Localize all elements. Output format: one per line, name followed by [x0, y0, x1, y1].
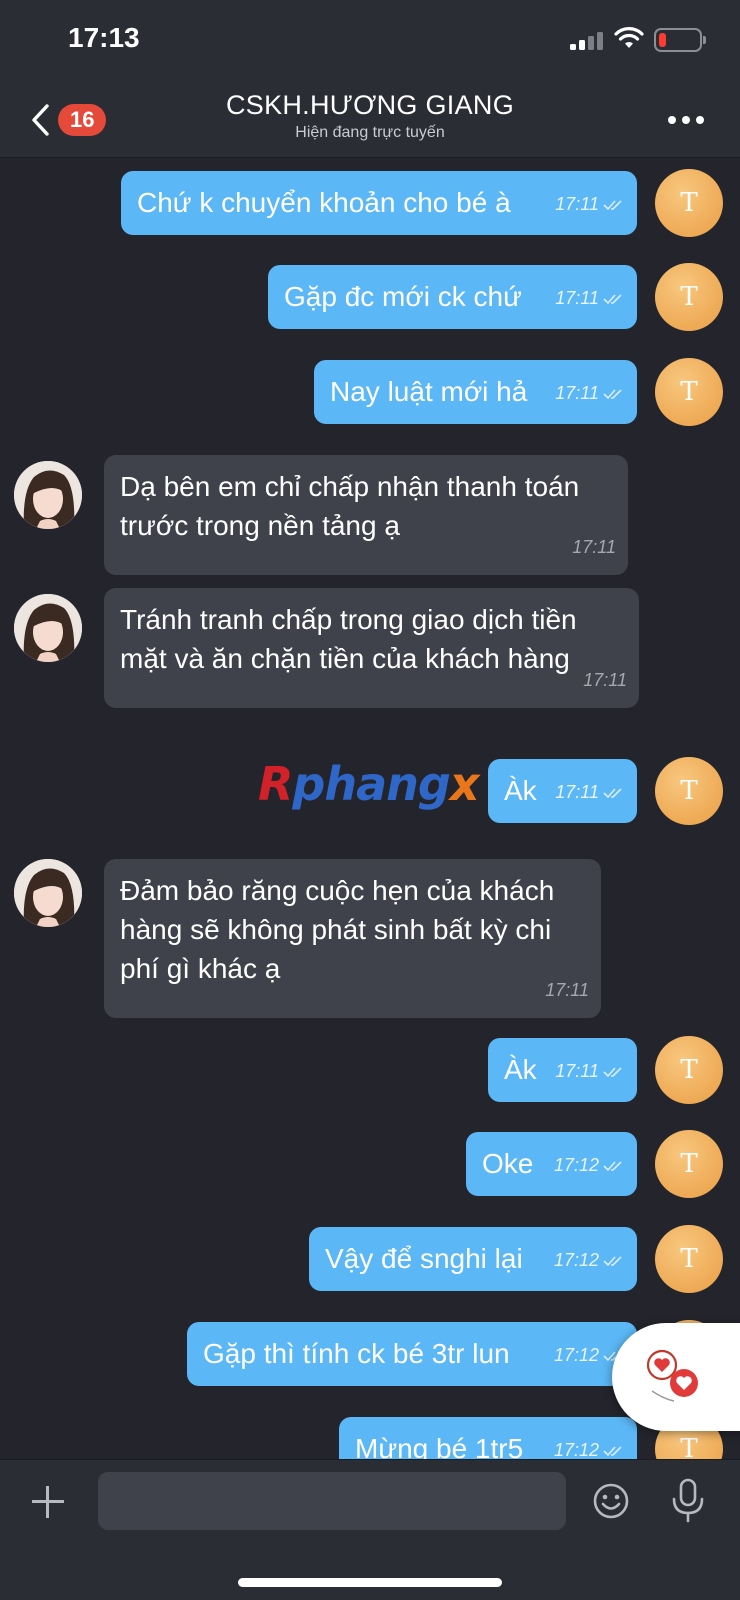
- incoming-message[interactable]: Tránh tranh chấp trong giao dịch tiền mặ…: [104, 588, 639, 708]
- plus-icon[interactable]: [30, 1484, 66, 1520]
- incoming-message[interactable]: Dạ bên em chỉ chấp nhận thanh toán trước…: [104, 455, 628, 575]
- chevron-left-icon: [32, 104, 49, 136]
- my-avatar[interactable]: T: [655, 1036, 723, 1104]
- my-avatar[interactable]: T: [655, 1225, 723, 1293]
- message-time: 17:11: [572, 537, 616, 557]
- more-dots-icon: [668, 116, 676, 124]
- message-text: Oke: [482, 1148, 534, 1179]
- message-text: Dạ bên em chỉ chấp nhận thanh toán trước…: [120, 471, 580, 541]
- my-avatar[interactable]: T: [655, 358, 723, 426]
- my-avatar[interactable]: T: [655, 757, 723, 825]
- message-time: 17:11: [555, 383, 599, 403]
- chat-header: 16 CSKH.HƯƠNG GIANG Hiện đang trực tuyến: [0, 80, 740, 158]
- message-time: 17:11: [555, 782, 599, 802]
- outgoing-message[interactable]: Gặp thì tính ck bé 3tr lun 17:12: [187, 1322, 637, 1386]
- outgoing-message[interactable]: Vậy để snghi lại 17:12: [309, 1227, 637, 1291]
- status-bar: 17:13: [0, 0, 740, 80]
- outgoing-message[interactable]: Nay luật mới hả 17:11: [314, 360, 637, 424]
- message-meta: 17:11: [555, 383, 625, 404]
- status-time: 17:13: [68, 22, 140, 53]
- outgoing-message[interactable]: Chứ k chuyển khoản cho bé à 17:11: [121, 171, 637, 235]
- contact-avatar[interactable]: [14, 859, 82, 927]
- message-text: Chứ k chuyển khoản cho bé à: [137, 187, 511, 218]
- outgoing-message[interactable]: Àk 17:11: [488, 759, 637, 823]
- chat-hearts-icon: [646, 1349, 698, 1402]
- message-time: 17:11: [583, 670, 627, 690]
- message-list[interactable]: Chứ k chuyển khoản cho bé à 17:11 T Gặp …: [0, 159, 740, 1459]
- message-time: 17:11: [545, 980, 589, 1000]
- my-avatar[interactable]: T: [655, 169, 723, 237]
- online-status: Hiện đang trực tuyến: [295, 124, 445, 141]
- chat-title-area[interactable]: CSKH.HƯƠNG GIANG Hiện đang trực tuyến: [170, 90, 570, 142]
- double-check-icon: [603, 1066, 622, 1077]
- wifi-icon: [614, 27, 644, 48]
- message-text: Mừng bé 1tr5: [355, 1433, 524, 1459]
- double-check-icon: [603, 1255, 622, 1266]
- message-time: 17:11: [555, 1061, 599, 1081]
- signal-icon: [570, 30, 604, 50]
- message-text: Gặp đc mới ck chứ: [284, 281, 522, 312]
- incoming-message[interactable]: Đảm bảo răng cuộc hẹn của khách hàng sẽ …: [104, 859, 601, 1018]
- emoji-icon[interactable]: [592, 1482, 630, 1520]
- message-text: Đảm bảo răng cuộc hẹn của khách hàng sẽ …: [120, 875, 555, 984]
- message-meta: 17:11: [555, 1061, 625, 1082]
- mic-icon[interactable]: [670, 1478, 706, 1524]
- chat-title: CSKH.HƯƠNG GIANG: [225, 90, 515, 120]
- message-meta: 17:12: [554, 1250, 625, 1271]
- double-check-icon: [603, 293, 622, 304]
- message-time: 17:12: [553, 1345, 599, 1365]
- message-time: 17:12: [553, 1440, 599, 1459]
- message-meta: 17:12: [554, 1155, 625, 1176]
- back-button[interactable]: 16: [30, 98, 110, 142]
- message-meta: 17:11: [555, 194, 625, 215]
- message-text: Tránh tranh chấp trong giao dịch tiền mặ…: [120, 604, 577, 674]
- watermark-logo: Rphangx: [258, 757, 479, 811]
- my-avatar[interactable]: T: [655, 1130, 723, 1198]
- home-indicator: [238, 1578, 502, 1587]
- floating-chat-button[interactable]: [612, 1323, 740, 1431]
- double-check-icon: [603, 1445, 622, 1456]
- outgoing-message[interactable]: Oke 17:12: [466, 1132, 637, 1196]
- message-meta: 17:12: [554, 1440, 625, 1459]
- contact-photo: [14, 594, 82, 662]
- double-check-icon: [603, 388, 622, 399]
- outgoing-message[interactable]: Mừng bé 1tr5 17:12: [339, 1417, 637, 1459]
- contact-avatar[interactable]: [14, 461, 82, 529]
- message-time: 17:12: [553, 1155, 599, 1175]
- contact-photo: [14, 859, 82, 927]
- message-time: 17:11: [555, 194, 599, 214]
- message-time: 17:12: [553, 1250, 599, 1270]
- message-text: Àk: [504, 1054, 537, 1085]
- more-options-button[interactable]: [668, 108, 704, 132]
- message-text: Vậy để snghi lại: [325, 1243, 523, 1274]
- message-meta: 17:11: [555, 782, 625, 803]
- unread-badge: 16: [58, 104, 107, 136]
- message-meta: 17:11: [555, 288, 625, 309]
- double-check-icon: [603, 199, 622, 210]
- battery-icon: [654, 28, 706, 52]
- message-input[interactable]: [98, 1472, 566, 1530]
- double-check-icon: [603, 1160, 622, 1171]
- outgoing-message[interactable]: Gặp đc mới ck chứ 17:11: [268, 265, 637, 329]
- message-text: Àk: [504, 775, 537, 806]
- message-time: 17:11: [555, 288, 599, 308]
- double-check-icon: [603, 787, 622, 798]
- outgoing-message[interactable]: Àk 17:11: [488, 1038, 637, 1102]
- message-text: Gặp thì tính ck bé 3tr lun: [203, 1338, 510, 1369]
- contact-photo: [14, 461, 82, 529]
- message-text: Nay luật mới hả: [330, 376, 528, 407]
- contact-avatar[interactable]: [14, 594, 82, 662]
- my-avatar[interactable]: T: [655, 263, 723, 331]
